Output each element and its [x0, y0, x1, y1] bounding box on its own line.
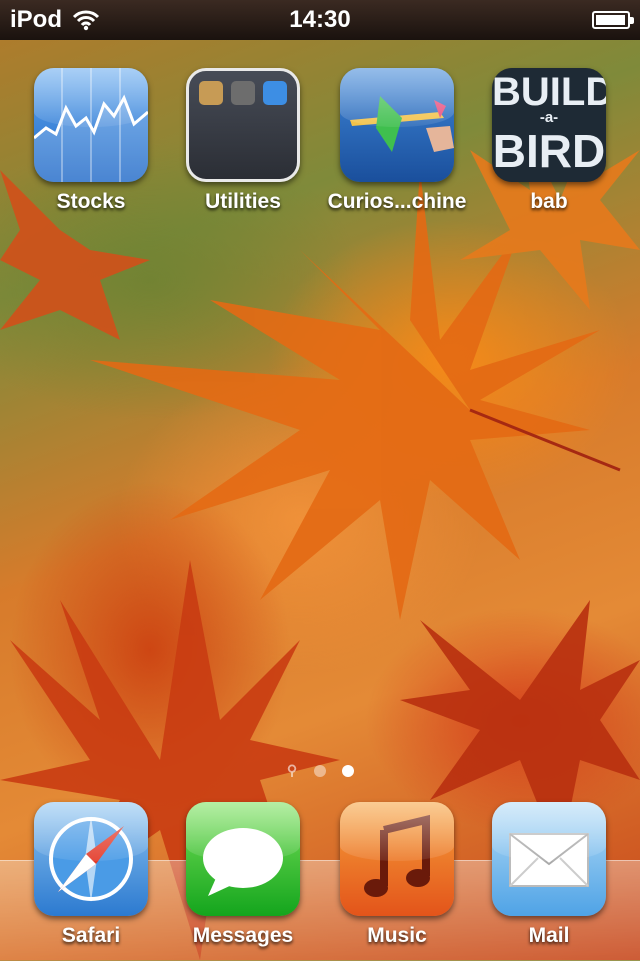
music-icon [340, 802, 454, 916]
bab-line2: -a- [539, 109, 559, 126]
utilities-folder-icon [186, 68, 300, 182]
battery-icon [592, 11, 634, 29]
app-messages[interactable]: Messages [168, 802, 318, 948]
app-safari[interactable]: Safari [16, 802, 166, 948]
stocks-icon [34, 68, 148, 182]
build-a-bird-icon: BUILD -a- BIRD [492, 68, 606, 182]
status-bar: iPod 14:30 [0, 0, 640, 40]
app-label: bab [530, 190, 568, 213]
folder-utilities[interactable]: Utilities [168, 68, 318, 214]
app-mail[interactable]: Mail [474, 802, 624, 948]
status-left: iPod [10, 6, 100, 34]
app-bab[interactable]: BUILD -a- BIRD bab [474, 68, 624, 214]
carrier-label: iPod [10, 6, 62, 33]
messages-icon [186, 802, 300, 916]
bab-line1: BUILD [492, 70, 606, 114]
mail-icon [492, 802, 606, 916]
wifi-icon [72, 10, 100, 31]
app-label: Utilities [205, 190, 281, 213]
app-label: Stocks [56, 190, 126, 213]
page-dot[interactable] [314, 764, 326, 777]
app-label: Safari [61, 924, 121, 947]
safari-icon [34, 802, 148, 916]
bab-line3: BIRD [492, 125, 606, 177]
curios-machine-icon [340, 68, 454, 182]
spotlight-search-icon[interactable]: ⚲ [286, 762, 298, 779]
app-curios-machine[interactable]: Curios...chine [322, 68, 472, 214]
app-music[interactable]: Music [322, 802, 472, 948]
app-label: Mail [528, 924, 570, 947]
app-label: Curios...chine [327, 190, 467, 213]
app-stocks[interactable]: Stocks [16, 68, 166, 214]
page-indicator[interactable]: ⚲ [0, 762, 640, 779]
page-dot-active[interactable] [342, 764, 354, 777]
app-label: Music [367, 924, 427, 947]
app-label: Messages [192, 924, 294, 947]
